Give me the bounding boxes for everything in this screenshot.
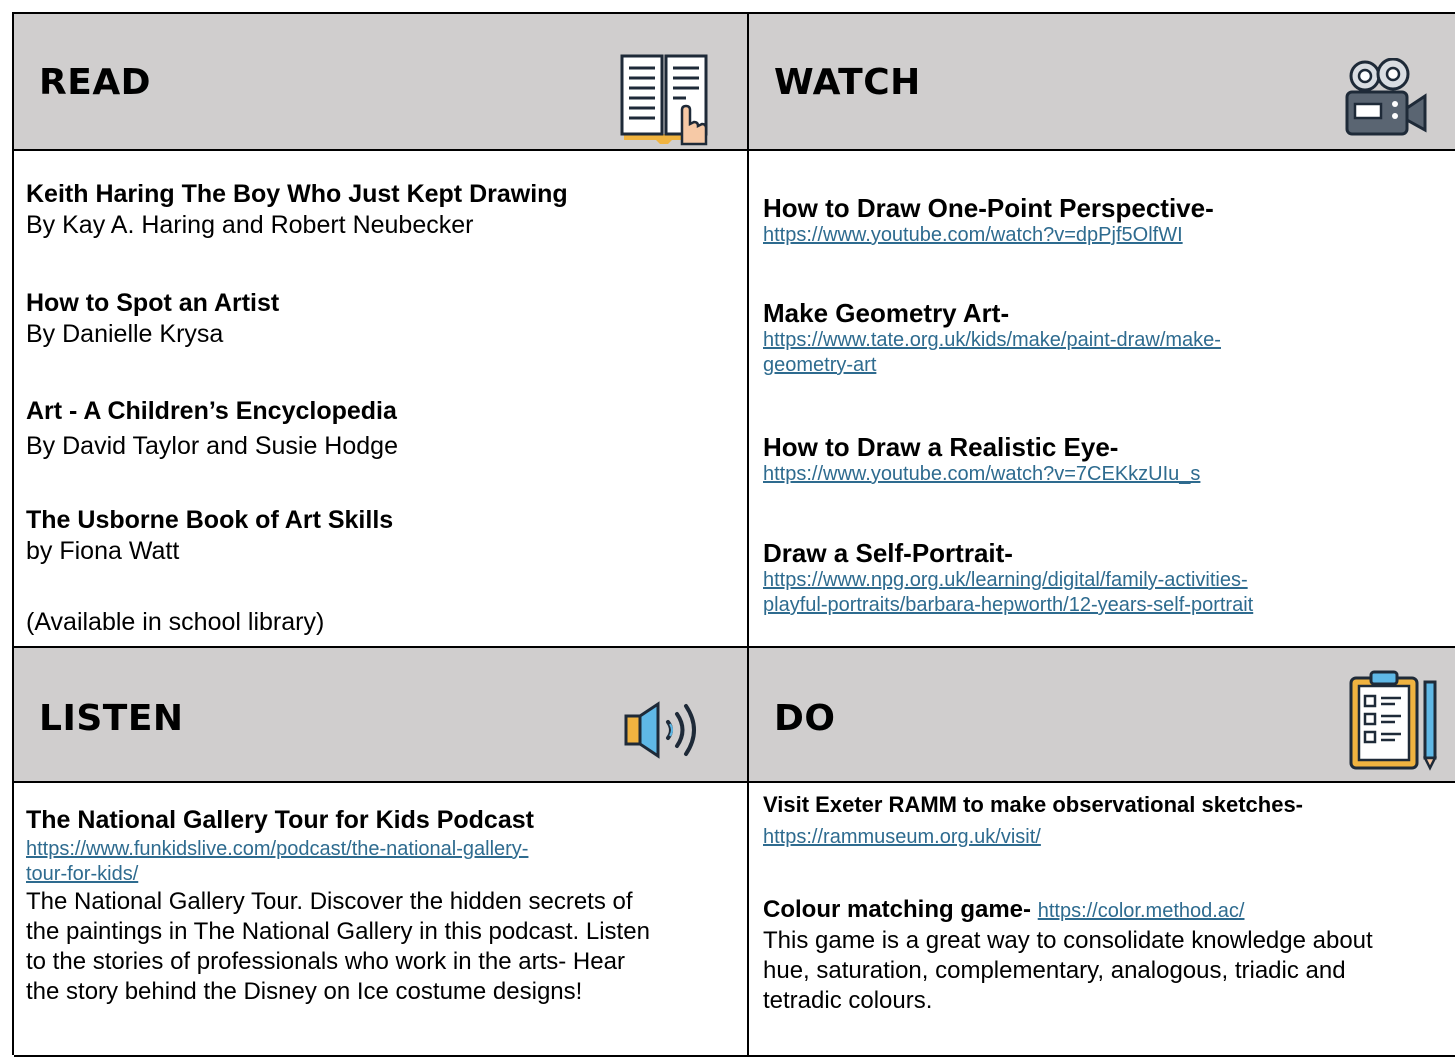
video-item: Make Geometry Art- https://www.tate.org.… bbox=[763, 298, 1221, 378]
podcast-link-cont[interactable]: tour-for-kids/ bbox=[26, 863, 138, 885]
watch-header: WATCH bbox=[749, 14, 1455, 151]
resource-grid: READ WATCH Keith Haring The Boy Who Just… bbox=[12, 12, 1455, 1057]
listen-body: The National Gallery Tour for Kids Podca… bbox=[14, 783, 749, 1057]
do-title: DO bbox=[774, 698, 836, 739]
podcast-description-line: The National Gallery Tour. Discover the … bbox=[26, 888, 633, 915]
book-title: Art - A Children’s Encyclopedia bbox=[26, 397, 397, 425]
video-title: How to Draw a Realistic Eye- bbox=[763, 432, 1119, 462]
podcast-description-line: to the stories of professionals who work… bbox=[26, 948, 625, 975]
podcast-link[interactable]: https://www.funkidslive.com/podcast/the-… bbox=[26, 838, 528, 860]
activity-item: Visit Exeter RAMM to make observational … bbox=[763, 791, 1303, 850]
do-header: DO bbox=[749, 648, 1455, 783]
activity-link[interactable]: https://rammuseum.org.uk/visit/ bbox=[763, 826, 1041, 848]
book-item: How to Spot an Artist By Danielle Krysa bbox=[26, 288, 279, 350]
read-body: Keith Haring The Boy Who Just Kept Drawi… bbox=[14, 151, 749, 648]
read-header: READ bbox=[14, 14, 749, 151]
watch-body: How to Draw One-Point Perspective- https… bbox=[749, 151, 1455, 648]
book-byline: by Fiona Watt bbox=[26, 537, 180, 565]
library-note: (Available in school library) bbox=[26, 608, 325, 636]
clipboard-checklist-icon bbox=[1349, 670, 1438, 771]
video-title: How to Draw One-Point Perspective- bbox=[763, 193, 1214, 223]
book-item: Art - A Children’s Encyclopedia By David… bbox=[26, 396, 398, 462]
listen-header: LISTEN bbox=[14, 648, 749, 783]
video-link[interactable]: https://www.npg.org.uk/learning/digital/… bbox=[763, 569, 1248, 591]
podcast-item: The National Gallery Tour for Kids Podca… bbox=[26, 803, 650, 1007]
book-title: Keith Haring The Boy Who Just Kept Drawi… bbox=[26, 180, 568, 208]
book-title: How to Spot an Artist bbox=[26, 289, 280, 317]
book-item: The Usborne Book of Art Skills by Fiona … bbox=[26, 505, 393, 567]
video-item: How to Draw One-Point Perspective- https… bbox=[763, 193, 1214, 248]
book-byline: By Kay A. Haring and Robert Neubecker bbox=[26, 211, 474, 239]
video-link[interactable]: https://www.youtube.com/watch?v=dpPjf5Ol… bbox=[763, 224, 1183, 246]
activity-item: Colour matching game- https://color.meth… bbox=[763, 895, 1373, 1016]
activity-title: Visit Exeter RAMM to make observational … bbox=[763, 792, 1304, 817]
film-camera-icon bbox=[1345, 58, 1427, 136]
book-item: Keith Haring The Boy Who Just Kept Drawi… bbox=[26, 179, 568, 241]
book-byline: By David Taylor and Susie Hodge bbox=[26, 432, 398, 460]
video-item: Draw a Self-Portrait- https://www.npg.or… bbox=[763, 538, 1253, 618]
speaker-icon bbox=[624, 701, 696, 759]
activity-description-line: tetradic colours. bbox=[763, 987, 933, 1014]
video-link[interactable]: https://www.youtube.com/watch?v=7CEKkzUI… bbox=[763, 463, 1200, 485]
activity-description-line: hue, saturation, complementary, analogou… bbox=[763, 957, 1346, 984]
listen-title: LISTEN bbox=[39, 698, 184, 739]
video-item: How to Draw a Realistic Eye- https://www… bbox=[763, 432, 1200, 487]
activity-link[interactable]: https://color.method.ac/ bbox=[1038, 900, 1245, 922]
podcast-title: The National Gallery Tour for Kids Podca… bbox=[26, 806, 534, 834]
podcast-description-line: the story behind the Disney on Ice costu… bbox=[26, 978, 583, 1005]
video-title: Make Geometry Art- bbox=[763, 298, 1010, 328]
activity-title: Colour matching game- bbox=[763, 896, 1032, 923]
book-title: The Usborne Book of Art Skills bbox=[26, 506, 394, 534]
activity-description-line: This game is a great way to consolidate … bbox=[763, 927, 1373, 954]
podcast-description-line: the paintings in The National Gallery in… bbox=[26, 918, 650, 945]
watch-title: WATCH bbox=[774, 62, 921, 103]
do-body: Visit Exeter RAMM to make observational … bbox=[749, 783, 1455, 1057]
video-link[interactable]: https://www.tate.org.uk/kids/make/paint-… bbox=[763, 329, 1221, 351]
video-link-cont[interactable]: playful-portraits/barbara-hepworth/12-ye… bbox=[763, 594, 1253, 616]
book-byline: By Danielle Krysa bbox=[26, 320, 224, 348]
video-title: Draw a Self-Portrait- bbox=[763, 538, 1013, 568]
video-link-cont[interactable]: geometry-art bbox=[763, 354, 876, 376]
open-book-icon bbox=[620, 54, 708, 146]
read-title: READ bbox=[39, 62, 152, 103]
